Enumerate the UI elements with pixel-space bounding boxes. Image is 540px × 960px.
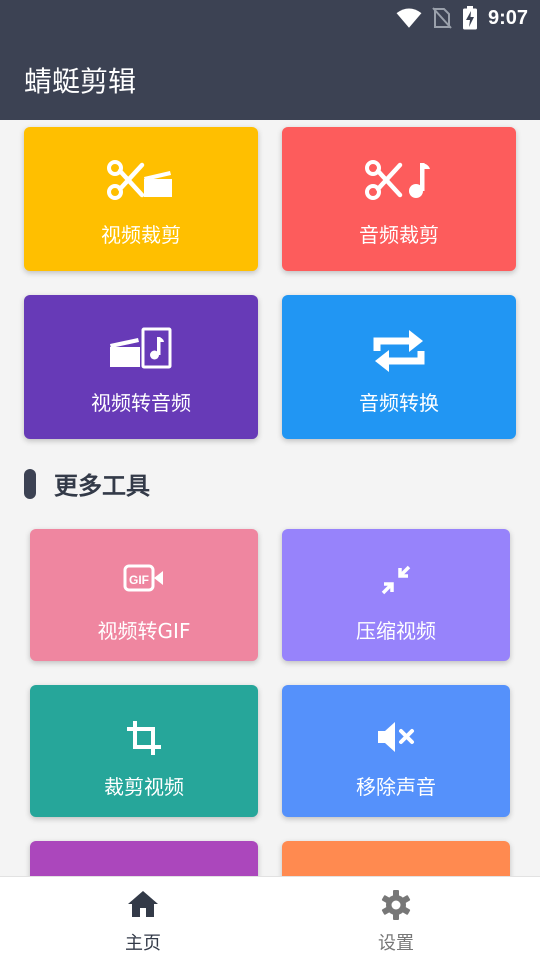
nav-home-label: 主页 — [125, 933, 161, 954]
nav-settings-label: 设置 — [378, 933, 414, 954]
video-to-gif-card[interactable]: GIF 视频转GIF — [30, 529, 258, 661]
nav-settings[interactable]: 设置 — [326, 889, 466, 955]
remove-sound-card[interactable]: 移除声音 — [282, 685, 510, 817]
audio-convert-label: 音频转换 — [359, 391, 439, 415]
audio-cut-label: 音频裁剪 — [359, 223, 439, 247]
crop-video-card[interactable]: 裁剪视频 — [30, 685, 258, 817]
crop-icon — [127, 721, 161, 755]
video-to-gif-label: 视频转GIF — [97, 619, 191, 643]
tool-card-5[interactable] — [30, 841, 258, 876]
repeat-icon — [373, 330, 425, 372]
compress-video-card[interactable]: 压缩视频 — [282, 529, 510, 661]
main-content[interactable]: 视频裁剪 音频裁剪 视频转音频 音频转换 更多工具 GIF 视频转GIF 压缩视… — [0, 120, 540, 876]
app-bar: 蜻蜓剪辑 — [0, 36, 540, 120]
mute-icon — [378, 722, 414, 752]
more-tools-header: 更多工具 — [24, 466, 150, 501]
video-to-audio-label: 视频转音频 — [91, 391, 191, 415]
compress-video-label: 压缩视频 — [356, 619, 436, 643]
battery-charging-icon — [462, 6, 477, 30]
status-time: 9:07 — [487, 6, 528, 29]
compress-icon — [381, 565, 411, 595]
status-bar: 9:07 — [0, 0, 540, 36]
gif-icon: GIF — [123, 564, 163, 592]
svg-text:GIF: GIF — [129, 573, 149, 587]
nav-home[interactable]: 主页 — [73, 889, 213, 955]
video-to-audio-card[interactable]: 视频转音频 — [24, 295, 258, 439]
video-cut-card[interactable]: 视频裁剪 — [24, 127, 258, 271]
remove-sound-label: 移除声音 — [356, 775, 436, 799]
video-to-audio-icon — [110, 327, 172, 369]
no-sim-icon — [432, 7, 452, 29]
crop-video-label: 裁剪视频 — [104, 775, 184, 799]
audio-cut-icon — [365, 160, 430, 200]
gear-icon — [381, 890, 411, 920]
audio-convert-card[interactable]: 音频转换 — [282, 295, 516, 439]
video-cut-icon — [107, 160, 172, 200]
section-marker — [24, 468, 36, 499]
wifi-icon — [396, 8, 422, 28]
app-title: 蜻蜓剪辑 — [24, 65, 137, 98]
more-tools-title: 更多工具 — [54, 472, 150, 500]
audio-cut-card[interactable]: 音频裁剪 — [282, 127, 516, 271]
bottom-navigation: 主页 设置 — [0, 876, 540, 960]
tool-card-6[interactable] — [282, 841, 510, 876]
video-cut-label: 视频裁剪 — [101, 223, 181, 247]
home-icon — [128, 891, 158, 917]
